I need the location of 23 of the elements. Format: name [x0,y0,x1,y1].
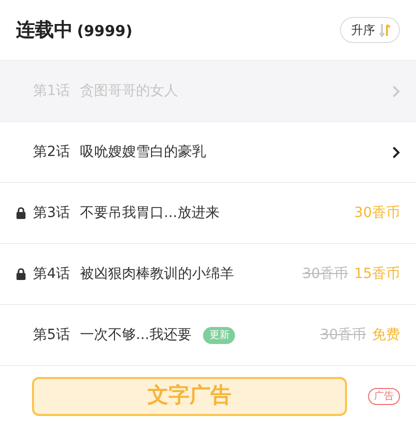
chapter-number: 第3话 [33,204,70,222]
sort-icon [379,23,391,37]
original-price: 30香币 [320,326,366,344]
chapter-number: 第2话 [33,142,70,162]
price: 15香币 [354,264,400,284]
price: 免费 [372,326,400,344]
price: 30香币 [354,204,400,222]
chapter-title: 吸吮嫂嫂雪白的豪乳 [80,142,206,162]
chapter-row[interactable]: 第4话 被凶狠肉棒教训的小绵羊 30香币 15香币 [0,243,416,304]
chapter-row[interactable]: 第5话 一次不够...我还要 更新 30香币 免费 [0,304,416,365]
ad-label: 广告 [368,388,400,404]
chapter-title: 被凶狠肉棒教训的小绵羊 [80,264,234,284]
chapter-count: (9999) [77,20,132,42]
chapter-row[interactable]: 第2话 吸吮嫂嫂雪白的豪乳 [0,121,416,182]
update-tag: 更新 [203,326,236,344]
chapter-row[interactable]: 第3话 不要吊我胃口...放进来 30香币 [0,182,416,243]
original-price: 30香币 [302,264,348,284]
chapter-number: 第4话 [33,264,70,284]
chapter-number: 第5话 [33,326,70,344]
chapter-title: 一次不够...我还要 [80,326,192,344]
section-title: 连载中 [16,18,73,43]
chapter-title: 不要吊我胃口...放进来 [80,204,220,222]
sort-button[interactable]: 升序 [340,17,400,43]
